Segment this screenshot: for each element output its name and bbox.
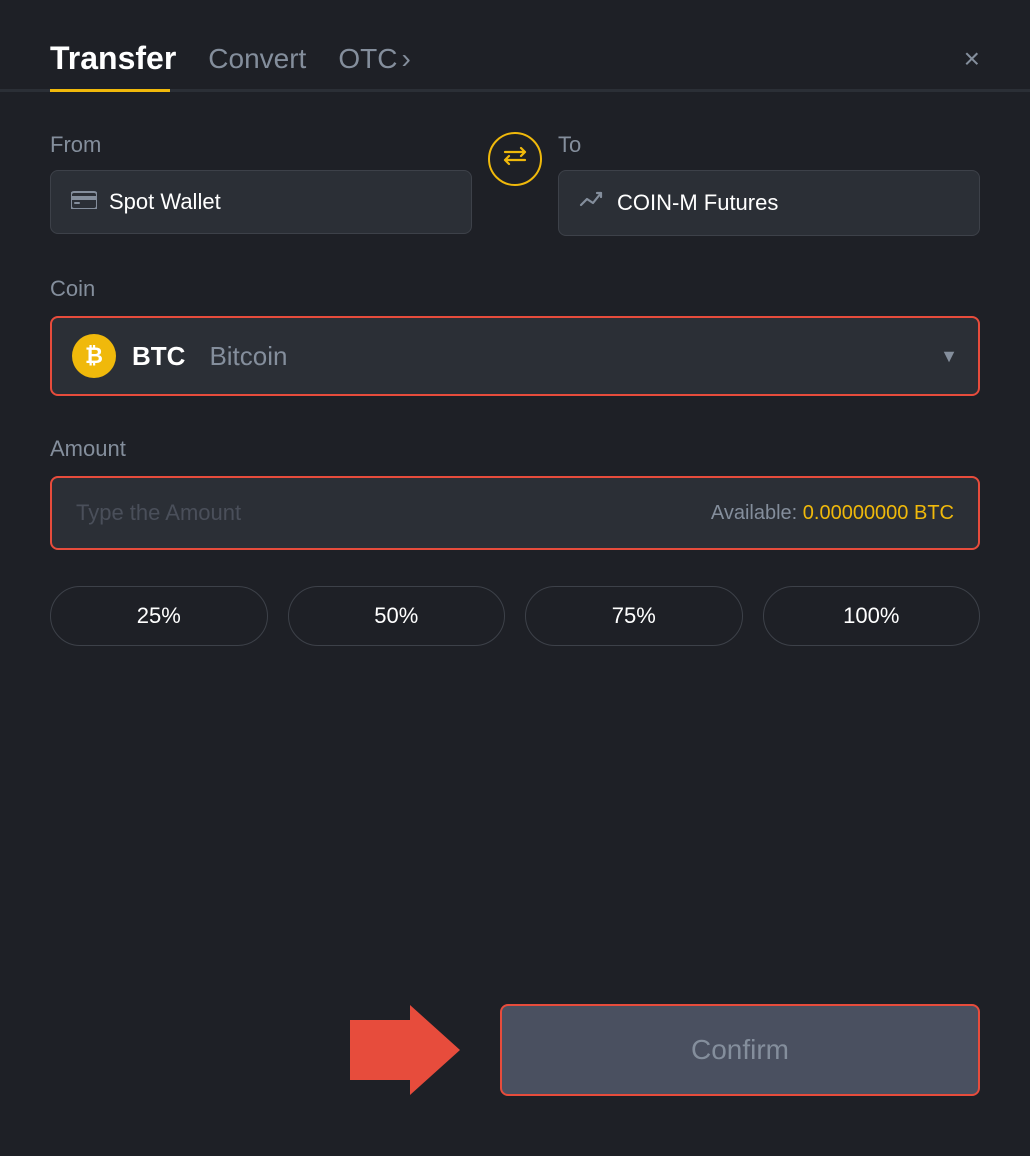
from-wallet-name: Spot Wallet — [109, 189, 221, 215]
available-value: 0.00000000 BTC — [803, 502, 954, 524]
futures-icon — [579, 189, 605, 217]
coin-symbol: BTC — [132, 341, 185, 372]
available-label: Available: — [711, 502, 797, 524]
pct-75-button[interactable]: 75% — [525, 586, 743, 646]
swap-icon — [501, 146, 529, 172]
swap-container — [472, 132, 558, 198]
wallet-card-icon — [71, 189, 97, 215]
arrow-indicator — [350, 1005, 460, 1095]
coin-section: Coin ₿ BTC Bitcoin ▼ — [50, 276, 980, 396]
to-section: To COIN-M Futures — [558, 132, 980, 236]
tab-convert[interactable]: Convert — [208, 43, 306, 75]
otc-chevron-icon: › — [401, 43, 410, 75]
btc-icon: ₿ — [72, 334, 116, 378]
from-to-row: From Spot Wallet — [50, 132, 980, 236]
amount-section: Amount Type the Amount Available: 0.0000… — [50, 436, 980, 550]
modal-header: Transfer Convert OTC › × — [50, 40, 980, 77]
spacer — [50, 706, 980, 1004]
tab-otc[interactable]: OTC › — [338, 43, 410, 75]
swap-button[interactable] — [488, 132, 542, 186]
coin-name: Bitcoin — [209, 341, 287, 372]
tab-transfer[interactable]: Transfer — [50, 40, 176, 77]
from-label: From — [50, 132, 472, 158]
transfer-modal: Transfer Convert OTC › × From Spot Walle… — [0, 0, 1030, 1156]
from-wallet-selector[interactable]: Spot Wallet — [50, 170, 472, 234]
pct-100-button[interactable]: 100% — [763, 586, 981, 646]
confirm-area: Confirm — [50, 1004, 980, 1096]
amount-input-box[interactable]: Type the Amount Available: 0.00000000 BT… — [50, 476, 980, 550]
to-label: To — [558, 132, 980, 158]
amount-label: Amount — [50, 436, 980, 462]
available-display: Available: 0.00000000 BTC — [711, 502, 954, 525]
pct-25-button[interactable]: 25% — [50, 586, 268, 646]
coin-label: Coin — [50, 276, 980, 302]
tab-underline — [0, 89, 1030, 92]
from-section: From Spot Wallet — [50, 132, 472, 234]
pct-50-button[interactable]: 50% — [288, 586, 506, 646]
coin-chevron-icon: ▼ — [940, 346, 958, 367]
amount-placeholder: Type the Amount — [76, 500, 241, 526]
arrow-right-icon — [350, 1005, 460, 1095]
tab-otc-label: OTC — [338, 43, 397, 75]
percentage-row: 25% 50% 75% 100% — [50, 586, 980, 646]
coin-selector[interactable]: ₿ BTC Bitcoin ▼ — [50, 316, 980, 396]
to-wallet-name: COIN-M Futures — [617, 190, 778, 216]
confirm-button[interactable]: Confirm — [500, 1004, 980, 1096]
to-wallet-selector[interactable]: COIN-M Futures — [558, 170, 980, 236]
close-button[interactable]: × — [964, 45, 980, 73]
